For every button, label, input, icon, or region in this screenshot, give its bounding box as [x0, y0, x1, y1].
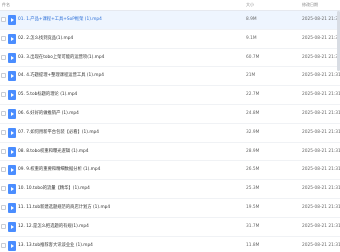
video-file-icon	[8, 52, 16, 63]
file-size: 25.3M	[246, 186, 260, 192]
file-date: 2025-08-21 21:31	[302, 167, 340, 173]
file-name[interactable]: 13. 13.tob推荐客大讯谈业业 (1).mp4	[18, 243, 93, 249]
file-name[interactable]: 09. 9.权重的重要和精细数据分析 (1).mp4	[18, 167, 100, 173]
file-name[interactable]: 01. 1.产品+课程+工具+SoP框架 (1).mp4	[18, 17, 102, 23]
file-row[interactable]: 11. 11.tob新建选题规范的商店计划方 (1).mp4 19.5M 2025-…	[0, 199, 340, 218]
video-file-icon	[8, 240, 16, 251]
row-checkbox[interactable]	[1, 111, 6, 116]
file-date: 2025-08-21 21:31	[302, 129, 340, 135]
file-name[interactable]: 10. 10.tobo的流量【精华】(1).mp4	[18, 186, 90, 192]
video-file-icon	[8, 203, 16, 213]
column-header-date[interactable]: 修改日期	[302, 2, 318, 8]
file-row[interactable]: 02. 2.怎么找到竞品(1).mp4 9.1M 2025-08-21 21:31	[0, 30, 340, 49]
file-size: 8.9M	[246, 17, 257, 22]
column-header-name[interactable]: 件名	[2, 2, 10, 8]
file-date: 2025-08-21 21:31	[302, 205, 340, 210]
column-header-size[interactable]: 大小	[246, 2, 254, 8]
file-date: 2025-08-21 21:31	[302, 17, 340, 22]
video-file-icon	[8, 165, 16, 176]
file-size: 22.7M	[246, 92, 260, 98]
file-row[interactable]: 12. 12.是怎么把选题的有规(1).mp4 31.7M 2025-08-21 2…	[0, 218, 340, 237]
row-checkbox[interactable]	[1, 129, 6, 135]
file-size: 19.5M	[246, 205, 260, 210]
video-file-icon	[8, 221, 16, 232]
file-row[interactable]: 05. 5.tob标题的理论 (1).mp4 22.7M 2025-08-21 21…	[0, 86, 340, 105]
file-name[interactable]: 02. 2.怎么找到竞品(1).mp4	[18, 36, 73, 42]
row-checkbox[interactable]	[1, 242, 6, 248]
file-row[interactable]: 04. 4.巧题提理+整理课程运营工具 (1).mp4 21M 2025-08-21…	[0, 67, 340, 87]
row-checkbox[interactable]	[1, 148, 6, 154]
video-file-icon	[8, 71, 16, 82]
row-checkbox[interactable]	[1, 73, 6, 79]
file-row[interactable]: 09. 9.权重的重要和精细数据分析 (1).mp4 26.5M 2025-08-2…	[0, 161, 340, 181]
file-size: 11.8M	[246, 242, 260, 248]
file-size: 24.8M	[246, 111, 260, 116]
file-size: 28.9M	[246, 148, 260, 154]
file-size: 32.9M	[246, 129, 260, 135]
file-size: 26.5M	[246, 167, 260, 173]
video-file-icon	[8, 184, 16, 195]
file-row[interactable]: 08. 8.tobo权重和曝光逻辑 (1).mp4 28.9M 2025-08-21…	[0, 143, 340, 162]
video-file-icon	[8, 90, 16, 101]
row-checkbox[interactable]	[1, 205, 6, 210]
file-list-header: 件名 大小 修改日期	[0, 0, 340, 11]
video-file-icon	[8, 33, 16, 44]
row-checkbox[interactable]	[1, 35, 6, 41]
file-row[interactable]: 01. 1.产品+课程+工具+SoP框架 (1).mp4 8.9M 2025-08-…	[0, 11, 340, 30]
file-name[interactable]: 06. 6.好好的做推销产 (1).mp4	[18, 111, 79, 117]
file-name[interactable]: 03. 3.出现在tobo上架可能的运营项(1).mp4	[18, 55, 104, 61]
row-checkbox[interactable]	[1, 223, 6, 229]
file-name[interactable]: 05. 5.tob标题的理论 (1).mp4	[18, 92, 77, 98]
file-date: 2025-08-21 21:31	[302, 92, 340, 98]
file-date: 2025-08-21 21:31	[302, 35, 340, 41]
file-size: 9.1M	[246, 35, 257, 41]
file-date: 2025-08-21 21:31	[302, 186, 340, 192]
video-file-icon	[8, 15, 16, 25]
file-date: 2025-08-21 21:31	[302, 111, 340, 116]
file-date: 2025-08-21 21:31	[302, 73, 340, 79]
file-row[interactable]: 03. 3.出现在tobo上架可能的运营项(1).mp4 60.7M 2025-08…	[0, 49, 340, 68]
file-date: 2025-08-21 21:31	[302, 54, 340, 60]
file-size: 21M	[246, 73, 256, 79]
file-row[interactable]: 13. 13.tob推荐客大讯谈业业 (1).mp4 11.8M 2025-08-2…	[0, 237, 340, 252]
file-row[interactable]: 07. 7.如何用新平台包装【必看】(1).mp4 32.9M 2025-08-21…	[0, 124, 340, 143]
file-size: 60.7M	[246, 54, 260, 60]
file-date: 2025-08-21 21:31	[302, 148, 340, 154]
file-name[interactable]: 12. 12.是怎么把选题的有规(1).mp4	[18, 224, 89, 230]
file-name[interactable]: 07. 7.如何用新平台包装【必看】(1).mp4	[18, 130, 99, 136]
file-date: 2025-08-21 21:31	[302, 223, 340, 229]
row-checkbox[interactable]	[1, 17, 6, 22]
row-checkbox[interactable]	[1, 167, 6, 173]
file-name[interactable]: 04. 4.巧题提理+整理课程运营工具 (1).mp4	[18, 73, 104, 79]
file-name[interactable]: 11. 11.tob新建选题规范的商店计划方 (1).mp4	[18, 205, 110, 211]
file-name[interactable]: 08. 8.tobo权重和曝光逻辑 (1).mp4	[18, 149, 89, 155]
file-row[interactable]: 10. 10.tobo的流量【精华】(1).mp4 25.3M 2025-08-21…	[0, 180, 340, 199]
row-checkbox[interactable]	[1, 186, 6, 192]
video-file-icon	[8, 146, 16, 157]
file-date: 2025-08-21 21:31	[302, 242, 340, 248]
file-size: 31.7M	[246, 223, 260, 229]
file-row[interactable]: 06. 6.好好的做推销产 (1).mp4 24.8M 2025-08-21 21:…	[0, 105, 340, 124]
video-file-icon	[8, 109, 16, 119]
row-checkbox[interactable]	[1, 54, 6, 60]
video-file-icon	[8, 127, 16, 138]
row-checkbox[interactable]	[1, 92, 6, 98]
